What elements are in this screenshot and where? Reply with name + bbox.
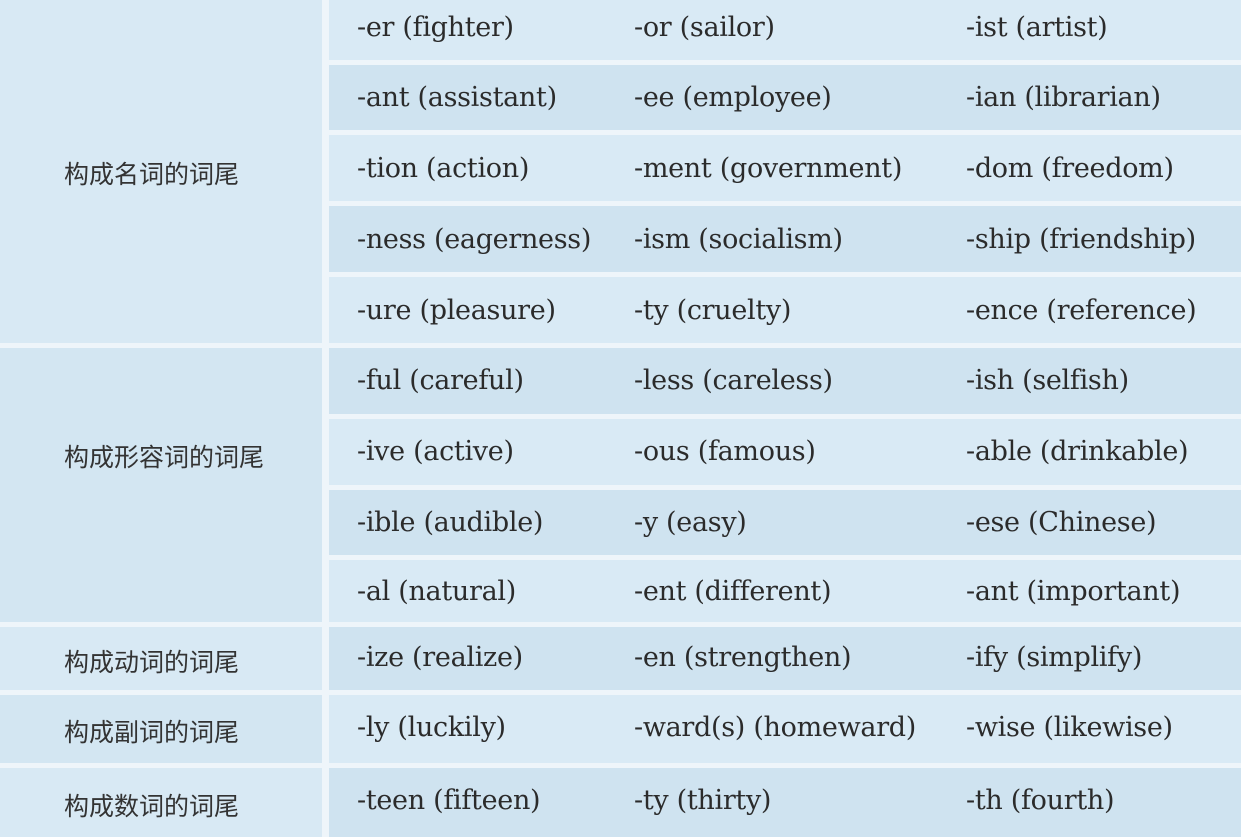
row-divider (329, 60, 1241, 65)
suffix-cell: -ish (selfish) (966, 365, 1129, 396)
suffix-cell: -ty (thirty) (634, 785, 772, 816)
group-label-verb: 构成动词的词尾 (64, 648, 240, 677)
group-divider (0, 763, 1241, 768)
suffix-cell: -ist (artist) (966, 12, 1108, 43)
suffix-cell: -dom (freedom) (966, 153, 1174, 184)
group-label-noun: 构成名词的词尾 (64, 160, 240, 189)
suffix-cell: -ese (Chinese) (966, 507, 1157, 538)
suffix-cell: -ure (pleasure) (357, 295, 556, 326)
suffix-cell: -er (fighter) (357, 12, 514, 43)
suffix-cell: -en (strengthen) (634, 642, 852, 673)
group-divider (0, 690, 1241, 695)
suffix-cell: -al (natural) (357, 576, 516, 607)
group-label-adverb: 构成副词的词尾 (64, 718, 240, 747)
suffix-cell: -ian (librarian) (966, 82, 1161, 113)
column-divider (322, 0, 329, 837)
suffix-cell: -ence (reference) (966, 295, 1197, 326)
group-divider (0, 343, 1241, 348)
row-divider (329, 272, 1241, 277)
suffix-cell: -ty (cruelty) (634, 295, 792, 326)
row-divider (329, 414, 1241, 419)
suffix-cell: -or (sailor) (634, 12, 775, 43)
group-divider (0, 622, 1241, 627)
suffix-cell: -ness (eagerness) (357, 224, 592, 255)
suffix-cell: -ant (assistant) (357, 82, 557, 113)
suffix-cell: -teen (fifteen) (357, 785, 541, 816)
suffix-cell: -y (easy) (634, 507, 747, 538)
suffix-cell: -tion (action) (357, 153, 530, 184)
suffix-cell: -ify (simplify) (966, 642, 1143, 673)
suffix-cell: -ward(s) (homeward) (634, 712, 917, 743)
suffix-cell: -ism (socialism) (634, 224, 843, 255)
row-divider (329, 485, 1241, 490)
suffix-table: 构成名词的词尾 构成形容词的词尾 构成动词的词尾 构成副词的词尾 构成数词的词尾… (0, 0, 1241, 837)
suffix-cell: -ent (different) (634, 576, 832, 607)
suffix-cell: -ant (important) (966, 576, 1181, 607)
row-divider (329, 555, 1241, 560)
suffix-cell: -ly (luckily) (357, 712, 506, 743)
suffix-cell: -th (fourth) (966, 785, 1115, 816)
group-label-numeral: 构成数词的词尾 (64, 792, 240, 821)
suffix-cell: -ous (famous) (634, 436, 816, 467)
suffix-cell: -ible (audible) (357, 507, 544, 538)
suffix-cell: -ment (government) (634, 153, 903, 184)
suffix-cell: -wise (likewise) (966, 712, 1173, 743)
suffix-cell: -ful (careful) (357, 365, 524, 396)
row-divider (329, 130, 1241, 135)
suffix-cell: -able (drinkable) (966, 436, 1189, 467)
group-label-adjective: 构成形容词的词尾 (64, 443, 265, 472)
adj-group-bg (0, 343, 322, 622)
suffix-cell: -ize (realize) (357, 642, 523, 673)
row-divider (329, 201, 1241, 206)
suffix-cell: -ee (employee) (634, 82, 832, 113)
suffix-cell: -ive (active) (357, 436, 514, 467)
suffix-cell: -less (careless) (634, 365, 833, 396)
suffix-cell: -ship (friendship) (966, 224, 1196, 255)
